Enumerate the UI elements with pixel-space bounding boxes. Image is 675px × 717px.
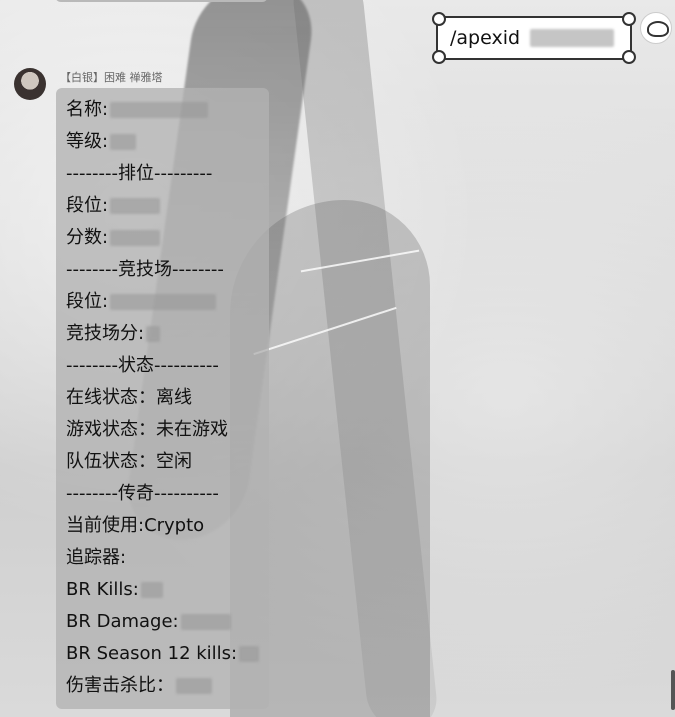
stat-line: 段位: (66, 195, 161, 217)
stat-line: 当前使用:Crypto (66, 515, 205, 536)
sent-command-text: /apexid (450, 27, 521, 49)
stat-line: 分数: (66, 227, 161, 249)
stat-line: 段位: (66, 291, 217, 313)
section-divider: --------传奇---------- (66, 483, 219, 504)
stat-line: BR Season 12 kills: (66, 643, 260, 665)
stat-line: 竞技场分: (66, 323, 161, 345)
stat-line: 伤害击杀比： (66, 675, 212, 697)
stat-line: 等级: (66, 131, 137, 153)
scrollbar[interactable] (671, 670, 675, 710)
sent-message-bubble[interactable]: /apexid (432, 12, 636, 64)
stat-line: 队伍状态：空闲 (66, 451, 192, 472)
stat-line: BR Kills: (66, 579, 163, 601)
stat-line: 名称: (66, 99, 209, 121)
bot-sender-name: 【白银】困难 禅雅塔 (60, 71, 163, 84)
section-divider: --------竞技场-------- (66, 259, 224, 280)
section-divider: --------状态---------- (66, 355, 219, 376)
redacted-id (530, 29, 615, 47)
stat-line: 追踪器: (66, 547, 127, 568)
section-divider: --------排位--------- (66, 163, 213, 184)
stat-line: BR Damage: (66, 611, 231, 633)
user-avatar[interactable] (640, 12, 672, 44)
previous-message-bubble (55, 0, 268, 2)
stat-line: 在线状态：离线 (66, 387, 192, 408)
stat-line: 游戏状态：未在游戏 (66, 419, 228, 440)
bot-avatar[interactable] (14, 68, 46, 100)
